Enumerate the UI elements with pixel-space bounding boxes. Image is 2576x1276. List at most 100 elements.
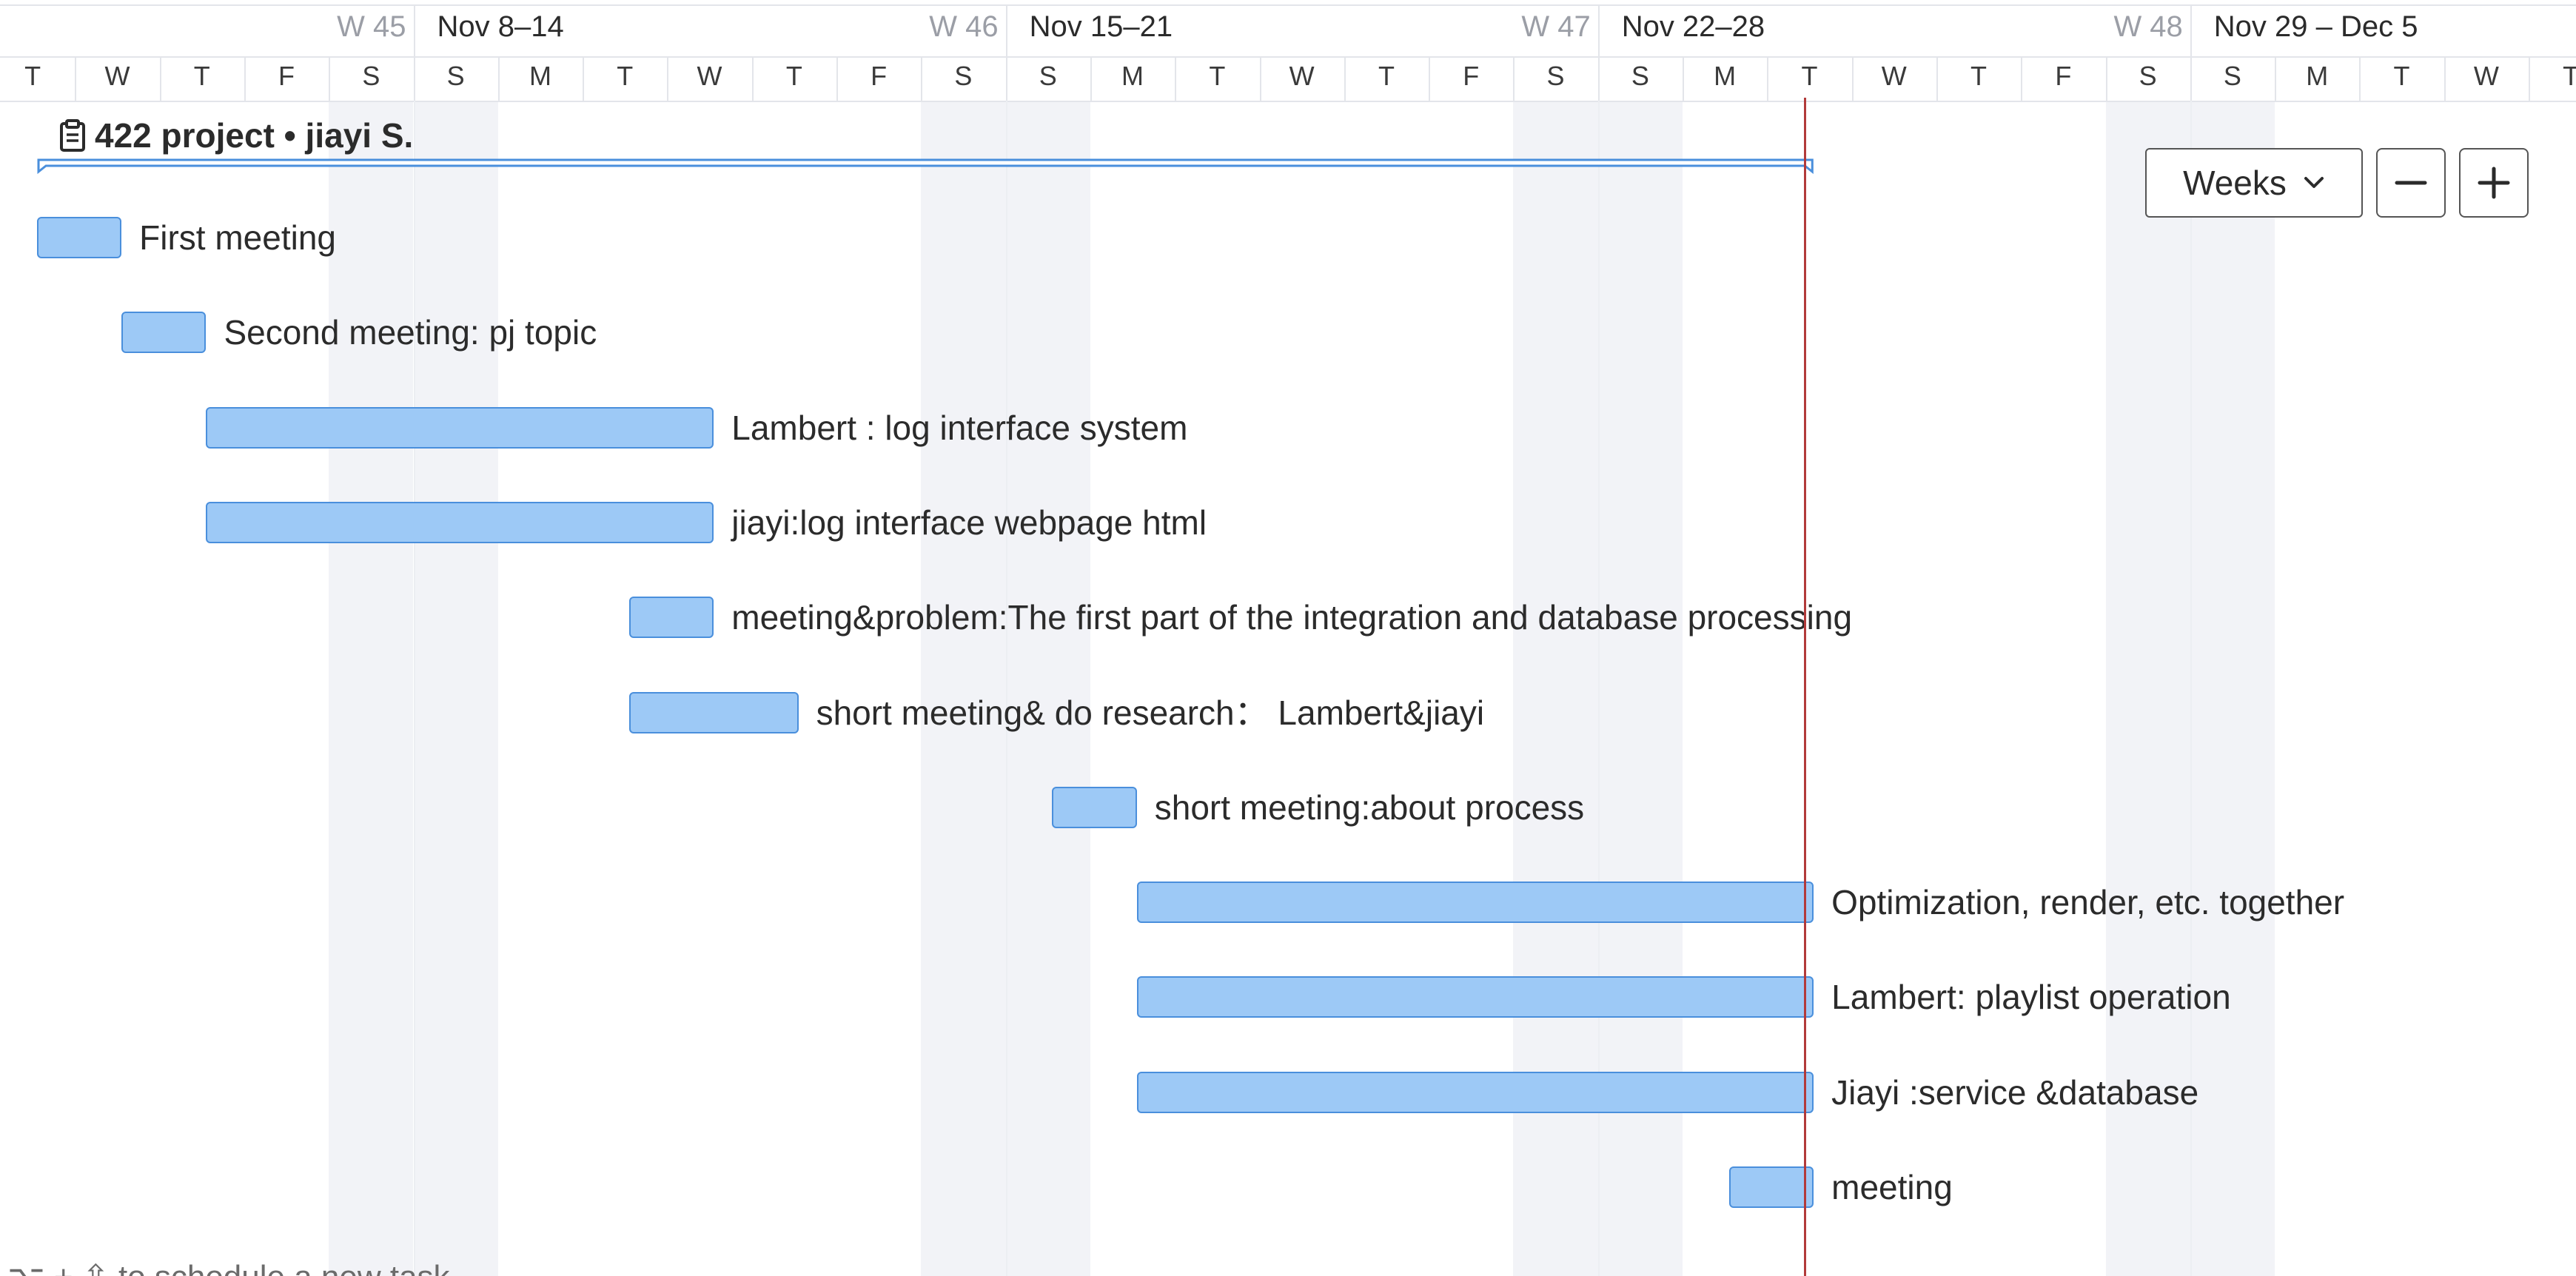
week-number: W 47 [1521,10,1591,43]
day-separator [583,56,585,101]
task-bar[interactable] [206,406,714,449]
task-bar[interactable] [1052,786,1137,828]
task-label[interactable]: jiayi:log interface webpage html [731,502,1207,543]
week-number: W 46 [929,10,999,43]
task-label[interactable]: First meeting [139,217,336,258]
day-separator [2443,56,2446,101]
day-label: M [1714,61,1737,91]
task-label[interactable]: Lambert : log interface system [731,407,1187,449]
day-separator [2021,56,2023,101]
day-separator [2190,56,2192,101]
day-label: T [2393,61,2410,91]
day-separator [836,56,838,101]
day-separator [1767,56,1769,101]
day-label: S [1039,61,1057,91]
day-label: W [2473,61,2499,91]
day-separator [1175,56,1177,101]
day-label: T [1970,61,1988,91]
day-label: W [104,61,130,91]
project-row[interactable]: 422 project • jiayi S. [59,115,413,155]
day-label: F [278,61,295,91]
day-separator [244,56,246,101]
task-label[interactable]: Second meeting: pj topic [224,312,597,353]
day-label: M [529,61,551,91]
day-separator [1090,56,1092,101]
week-separator [2190,4,2192,56]
day-separator [413,56,415,101]
week-range: Nov 29 – Dec 5 [2213,10,2418,43]
day-separator [1851,56,1854,101]
task-label[interactable]: meeting&problem:The first part of the in… [731,597,1852,638]
day-label: S [362,61,380,91]
day-label: M [1121,61,1144,91]
today-marker [1804,98,1807,1276]
task-label[interactable]: Optimization, render, etc. together [1831,882,2344,923]
task-bar[interactable] [36,217,122,258]
day-label: F [1463,61,1480,91]
day-label: T [24,61,41,91]
weekend-shade [413,101,498,1276]
zoom-level-select[interactable]: Weeks [2145,148,2363,218]
day-separator [159,56,161,101]
minus-icon [2395,181,2427,185]
task-bar[interactable] [628,691,799,733]
day-separator [1344,56,1346,101]
day-separator [2105,56,2107,101]
day-separator [751,56,754,101]
task-bar[interactable] [1728,1166,1814,1208]
day-label: T [193,61,210,91]
day-separator [329,56,331,101]
task-bar[interactable] [206,501,714,543]
task-label[interactable]: short meeting& do research： Lambert&jiay… [816,692,1485,733]
zoom-out-button[interactable] [2376,148,2446,218]
week-number: W 45 [337,10,406,43]
week-gridline [1005,101,1007,1276]
task-label[interactable]: meeting [1831,1166,1953,1208]
day-label: S [2139,61,2157,91]
day-label: T [1801,61,1818,91]
day-label: T [617,61,634,91]
day-label: S [2223,61,2241,91]
schedule-hint: ⌥ + ⇧ to schedule a new task [7,1258,450,1276]
zoom-level-value: Weeks [2183,164,2287,202]
day-label: S [446,61,465,91]
chevron-down-icon [2304,177,2324,188]
task-bar[interactable] [1136,1071,1814,1113]
day-separator [497,56,500,101]
clipboard-icon [60,119,85,152]
zoom-in-button[interactable] [2459,148,2529,218]
weekend-shade [1005,101,1090,1276]
day-label: W [697,61,722,91]
day-label: F [2055,61,2072,91]
weekend-shade [921,101,1006,1276]
week-separator [413,4,415,56]
week-number: W 48 [2113,10,2183,43]
day-label: S [1546,61,1565,91]
day-label: T [2563,61,2576,91]
day-separator [75,56,77,101]
project-title: 422 project • jiayi S. [95,116,414,155]
day-label: W [1881,61,1907,91]
week-separator [1005,4,1007,56]
task-label[interactable]: short meeting:about process [1155,787,1584,828]
gantt-chart: T W T F S S M T W T F S S M T W T F S S M T W T F S S M T W T W 45 Nov 8… [0,0,2576,1276]
task-bar[interactable] [1136,976,1814,1018]
project-summary-bar[interactable] [37,155,1814,175]
task-bar[interactable] [628,597,714,639]
day-label: M [2306,61,2329,91]
day-separator [1429,56,1431,101]
day-label: T [1209,61,1226,91]
task-label[interactable]: Jiayi :service &database [1831,1072,2198,1113]
day-separator [1513,56,1515,101]
weekend-shade [2190,101,2275,1276]
weekend-shade [329,101,414,1276]
day-label: F [871,61,888,91]
day-separator [1597,56,1600,101]
plus-icon [2478,167,2510,199]
task-bar[interactable] [1136,882,1814,924]
day-label: T [1378,61,1395,91]
task-bar[interactable] [121,312,207,354]
day-label: S [954,61,973,91]
day-label: T [785,61,802,91]
task-label[interactable]: Lambert: playlist operation [1831,976,2231,1018]
